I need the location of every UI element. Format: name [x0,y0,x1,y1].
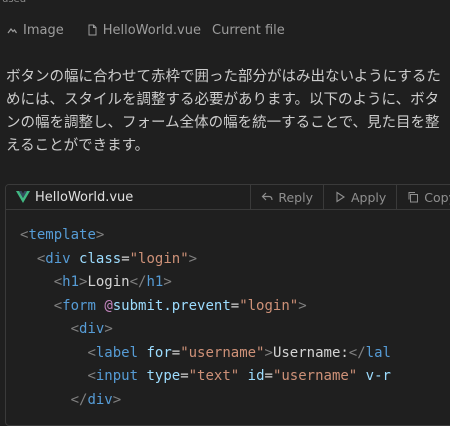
play-icon [336,191,346,203]
reply-icon [262,192,273,201]
copy-icon [408,192,419,203]
cut-off-label: used [2,0,26,5]
context-references: Image HelloWorld.vue Current file [6,20,307,40]
code-line-6: <label for="username">Username:</lal [87,344,391,361]
code-block: HelloWorld.vue Reply Apply Copy <templat… [5,184,450,426]
copy-label: Copy [424,189,450,205]
assistant-message: ボタンの幅に合わせて赤枠で囲った部分がはみ出ないようにするためには、スタイルを調… [6,69,441,154]
apply-button[interactable]: Apply [322,185,396,209]
filename-label: HelloWorld.vue [35,189,134,205]
code-content: <template> <div class="login"> <h1>Login… [6,210,450,412]
code-line-2: <div class="login"> [36,250,198,267]
reference-image[interactable]: Image [6,23,64,38]
code-line-1: <template> [20,227,105,243]
code-line-3: <h1>Login</h1> [53,274,172,290]
file-icon [88,24,97,36]
code-filename: HelloWorld.vue [6,190,250,205]
reply-label: Reply [278,189,313,205]
image-icon [7,28,17,34]
apply-label: Apply [350,189,387,205]
code-line-4: <form @submit.prevent="login"> [53,297,307,314]
reference-label: HelloWorld.vue [102,22,201,38]
copy-button[interactable]: Copy [396,185,450,209]
code-block-header: HelloWorld.vue Reply Apply Copy [6,185,450,210]
reference-label: Image [23,22,64,38]
reference-file[interactable]: HelloWorld.vue Current file [86,23,285,38]
reply-button[interactable]: Reply [250,185,323,209]
code-line-8: </div> [70,391,122,408]
vue-icon [16,191,30,203]
code-line-5: <div> [70,321,113,337]
code-line-7: <input type="text" id="username" v-r [87,368,391,384]
reference-sublabel: Current file [212,22,285,38]
